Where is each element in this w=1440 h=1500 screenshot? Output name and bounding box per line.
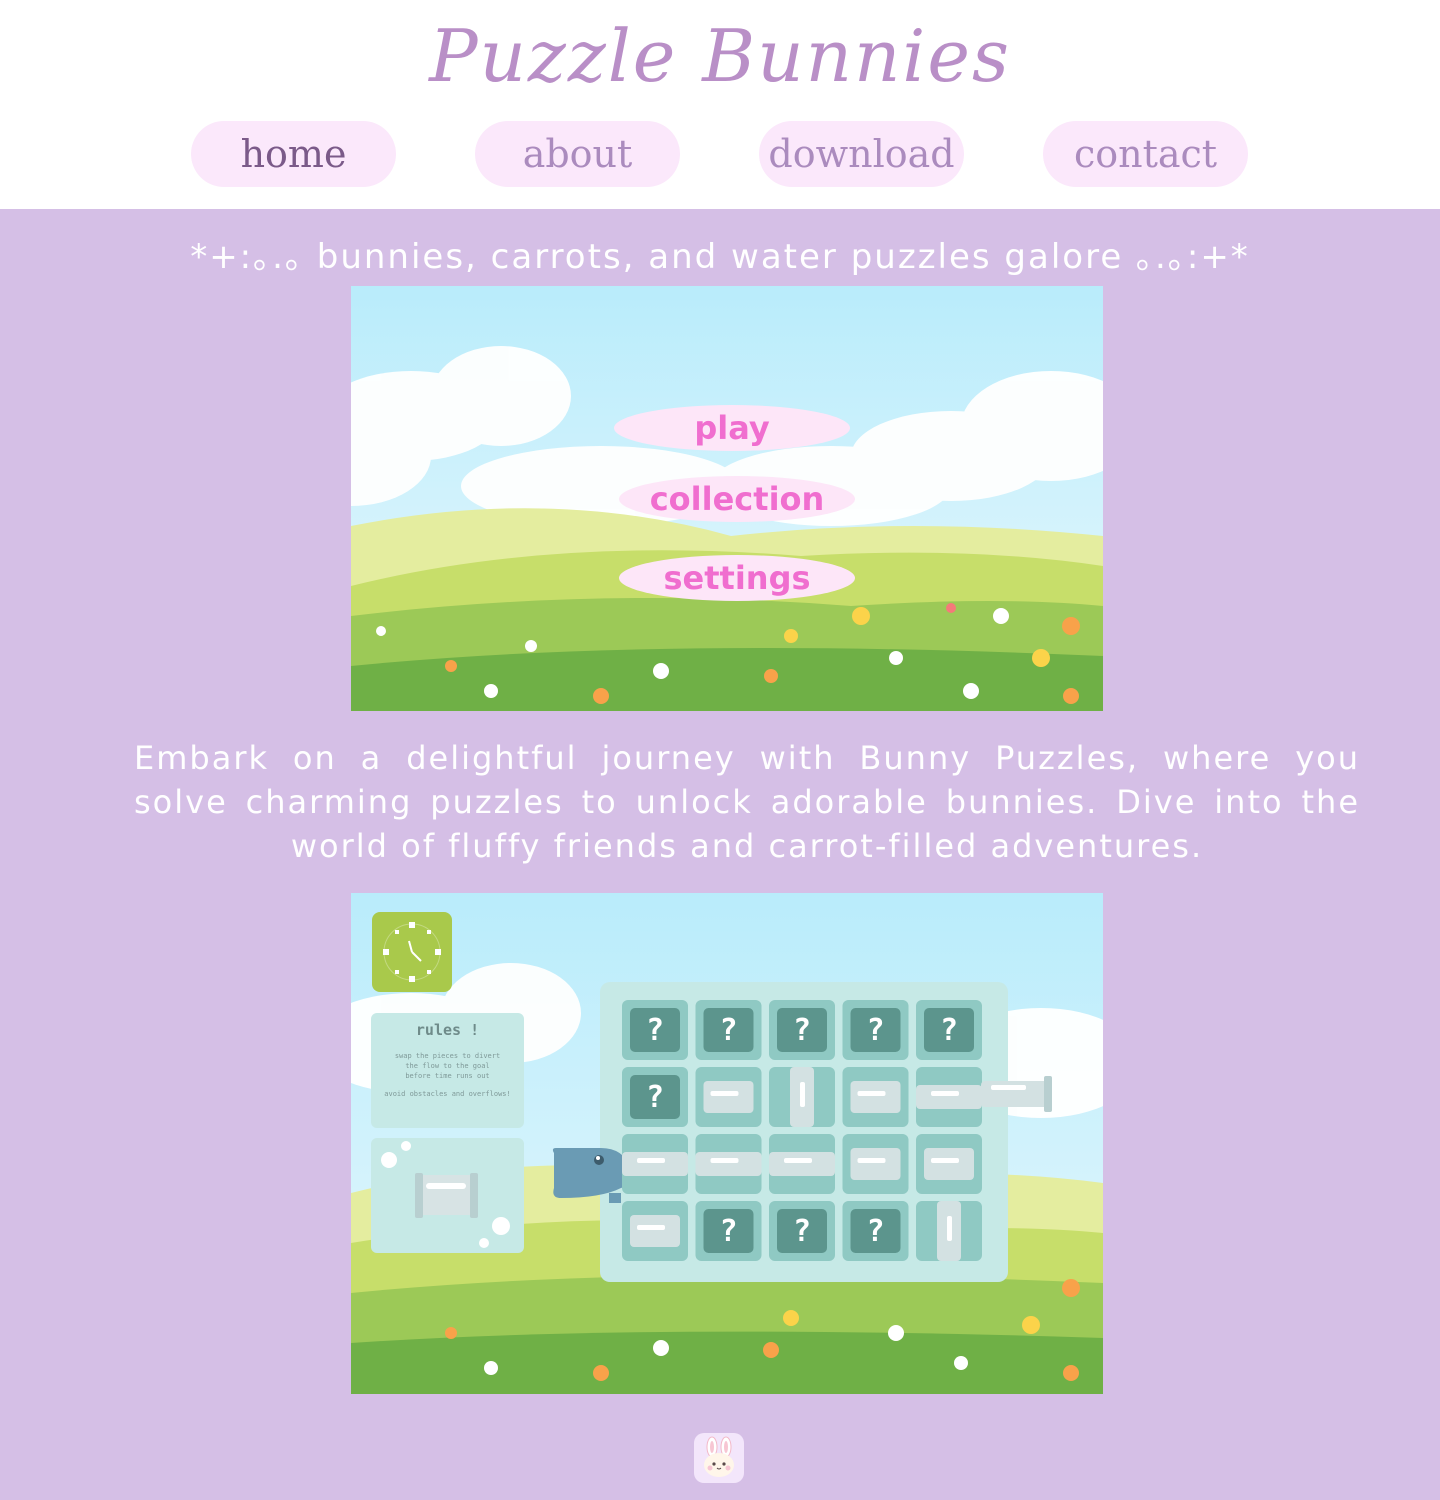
pipe-highlight <box>931 1091 959 1096</box>
unknown-tile-label[interactable]: ? <box>704 1008 754 1052</box>
nav-contact[interactable]: contact <box>1043 121 1248 187</box>
pipe-highlight <box>800 1082 805 1107</box>
menu-screenshot: play collection settings <box>351 286 1103 711</box>
pipe-piece <box>850 1148 901 1180</box>
unknown-tile-label[interactable]: ? <box>851 1209 901 1253</box>
pipe-highlight <box>784 1158 812 1163</box>
main-content: *+:｡.｡ bunnies, carrots, and water puzzl… <box>0 209 1440 1500</box>
unknown-tile-label[interactable]: ? <box>924 1008 974 1052</box>
pipe-piece <box>769 1152 835 1176</box>
tagline: *+:｡.｡ bunnies, carrots, and water puzzl… <box>190 237 1250 277</box>
pipe-highlight <box>637 1225 665 1230</box>
play-button[interactable]: play <box>614 405 850 451</box>
pipe-highlight <box>710 1091 739 1096</box>
nav-home[interactable]: home <box>191 121 396 187</box>
pipe-piece <box>703 1081 754 1113</box>
nav-download[interactable]: download <box>759 121 964 187</box>
pipe-highlight <box>710 1158 739 1163</box>
unknown-tile-label[interactable]: ? <box>630 1008 680 1052</box>
unknown-tile-label[interactable]: ? <box>851 1008 901 1052</box>
clock-icon <box>372 912 452 992</box>
unknown-tile-label[interactable]: ? <box>704 1209 754 1253</box>
collection-button[interactable]: collection <box>619 476 855 522</box>
pipe-piece <box>622 1152 688 1176</box>
pipe-highlight <box>947 1216 952 1241</box>
pipe-piece <box>695 1152 762 1176</box>
pipe-piece <box>630 1215 680 1247</box>
unknown-tile-label[interactable]: ? <box>777 1209 827 1253</box>
pipe-piece <box>924 1148 974 1180</box>
bunny-app-icon[interactable] <box>694 1433 744 1483</box>
pipe-highlight <box>931 1158 959 1163</box>
nav-about[interactable]: about <box>475 121 680 187</box>
gameplay-scene <box>351 893 1103 1394</box>
pipe-piece <box>850 1081 901 1113</box>
intro-paragraph: Embark on a delightful journey with Bunn… <box>134 739 1360 865</box>
rules-text: swap the pieces to divert the flow to th… <box>384 1052 511 1098</box>
unknown-tile-label[interactable]: ? <box>630 1075 680 1119</box>
site-title: Puzzle Bunnies <box>429 14 1011 98</box>
bunny-face-icon <box>704 1436 734 1477</box>
settings-button[interactable]: settings <box>619 555 855 601</box>
unknown-tile-label[interactable]: ? <box>777 1008 827 1052</box>
site-header: Puzzle Bunnies home about download conta… <box>0 0 1440 209</box>
pipe-highlight <box>857 1158 886 1163</box>
gameplay-screenshot: rules ! swap the pieces to divert the fl… <box>351 893 1103 1394</box>
rules-title: rules ! <box>415 1021 480 1039</box>
pipe-highlight <box>857 1091 886 1096</box>
pipe-piece <box>916 1085 982 1109</box>
pipe-highlight <box>637 1158 665 1163</box>
